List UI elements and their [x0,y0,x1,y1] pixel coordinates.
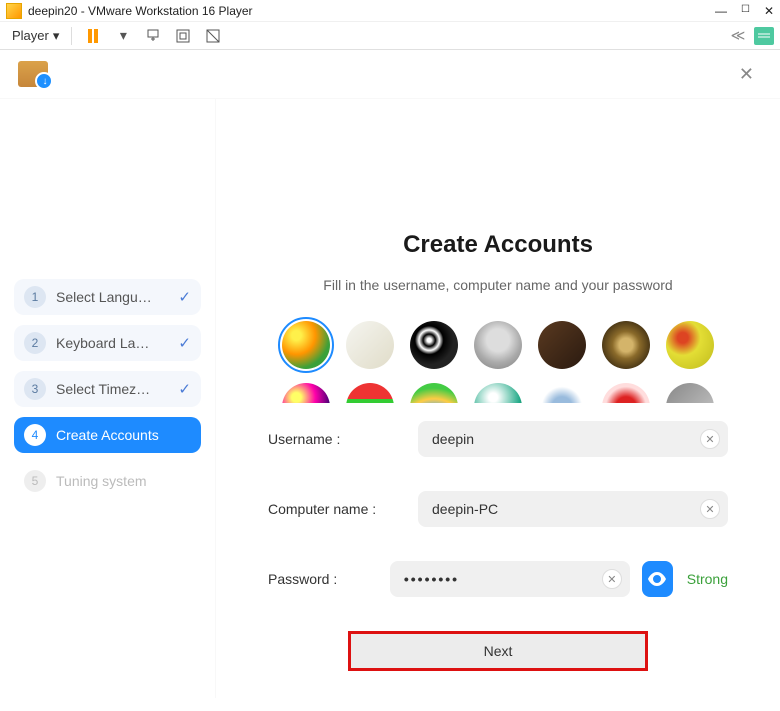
send-cad-icon[interactable] [144,27,162,45]
check-icon: ✓ [178,380,191,398]
installer-logo-icon: ↓ [18,61,48,87]
installer-window: ↓ ✕ 1 Select Langu… ✓ 2 Keyboard La… ✓ 3… [0,50,780,711]
avatar-option[interactable] [346,321,394,369]
rewind-icon[interactable]: ≪ [728,27,748,45]
tools-status-icon[interactable] [754,27,774,45]
avatar-option[interactable] [282,383,330,403]
step-create-accounts[interactable]: 4 Create Accounts [14,417,201,453]
close-button[interactable]: ✕ [764,4,774,18]
minimize-button[interactable]: — [715,4,727,18]
avatar-option[interactable] [602,321,650,369]
avatar-option[interactable] [538,321,586,369]
next-button[interactable]: Next [348,631,648,671]
clear-icon[interactable]: ✕ [700,499,720,519]
fullscreen-icon[interactable] [174,27,192,45]
avatar-option[interactable] [474,383,522,403]
username-label: Username : [268,431,418,447]
installer-header: ↓ ✕ [0,50,780,98]
step-keyboard-layout[interactable]: 2 Keyboard La… ✓ [14,325,201,361]
check-icon: ✓ [178,288,191,306]
check-icon: ✓ [178,334,191,352]
step-tuning-system: 5 Tuning system [14,463,201,499]
password-strength: Strong [687,571,728,587]
avatar-option[interactable] [410,321,458,369]
unity-icon[interactable] [204,27,222,45]
chevron-down-icon: ▾ [53,28,60,44]
computer-name-input[interactable] [418,491,728,527]
page-subtitle: Fill in the username, computer name and … [256,277,740,293]
player-menu[interactable]: Player ▾ [6,26,65,46]
step-select-language[interactable]: 1 Select Langu… ✓ [14,279,201,315]
pause-icon[interactable] [84,27,102,45]
vmware-app-icon [6,3,22,19]
installer-close-icon[interactable]: ✕ [731,60,762,89]
avatar-option[interactable] [602,383,650,403]
step-select-timezone[interactable]: 3 Select Timez… ✓ [14,371,201,407]
dropdown-icon[interactable]: ▾ [114,27,132,45]
toggle-password-visibility-button[interactable] [642,561,673,597]
avatar-option[interactable] [666,383,714,403]
avatar-option[interactable] [282,321,330,369]
vmware-toolbar: Player ▾ ▾ ≪ [0,22,780,50]
account-form: Username : ✕ Computer name : ✕ Password … [268,421,728,597]
avatar-option[interactable] [346,383,394,403]
username-input[interactable] [418,421,728,457]
avatar-picker [256,321,740,403]
computer-name-label: Computer name : [268,501,418,517]
avatar-option[interactable] [666,321,714,369]
eye-icon [647,572,667,586]
password-input[interactable] [390,561,630,597]
main-panel: Create Accounts Fill in the username, co… [216,99,780,698]
page-title: Create Accounts [256,231,740,259]
vmware-titlebar: deepin20 - VMware Workstation 16 Player … [0,0,780,22]
clear-icon[interactable]: ✕ [700,429,720,449]
avatar-option[interactable] [474,321,522,369]
maximize-button[interactable]: ☐ [741,4,750,18]
sidebar: 1 Select Langu… ✓ 2 Keyboard La… ✓ 3 Sel… [0,99,216,698]
password-label: Password : [268,571,390,587]
avatar-option[interactable] [538,383,586,403]
clear-icon[interactable]: ✕ [602,569,622,589]
window-title: deepin20 - VMware Workstation 16 Player [28,4,715,18]
avatar-option[interactable] [410,383,458,403]
